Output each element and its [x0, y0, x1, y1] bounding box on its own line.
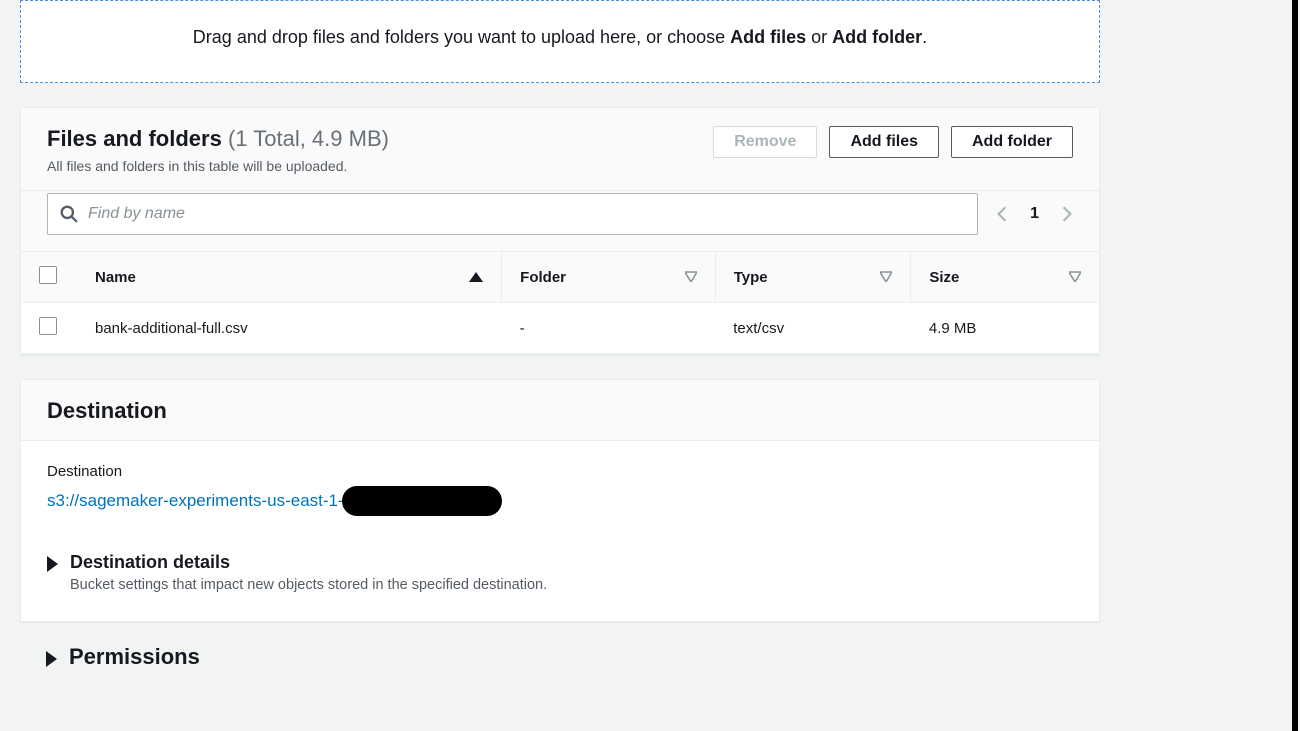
destination-details-expander[interactable]: Destination details Bucket settings that…	[47, 552, 1073, 593]
files-panel-actions: Remove Add files Add folder	[713, 126, 1073, 158]
cell-type: text/csv	[715, 303, 911, 354]
files-count: (1 Total, 4.9 MB)	[228, 126, 389, 151]
destination-details-title: Destination details	[70, 552, 547, 573]
search-row: 1	[21, 191, 1099, 251]
add-files-button[interactable]: Add files	[829, 126, 939, 158]
remove-button[interactable]: Remove	[713, 126, 817, 158]
files-panel-title: Files and folders (1 Total, 4.9 MB)	[47, 126, 713, 152]
select-all-header	[21, 252, 77, 303]
prev-page-button[interactable]	[996, 205, 1008, 223]
sort-icon	[1069, 269, 1081, 286]
column-folder-label: Folder	[520, 269, 566, 286]
search-input[interactable]	[88, 205, 965, 223]
redacted-segment	[342, 486, 502, 516]
column-name-label: Name	[95, 269, 136, 286]
search-icon	[60, 205, 78, 223]
column-type-label: Type	[734, 269, 768, 286]
files-panel-title-text: Files and folders	[47, 126, 222, 151]
destination-panel-title: Destination	[47, 398, 167, 424]
files-panel-subtext: All files and folders in this table will…	[47, 158, 713, 174]
destination-panel-header: Destination	[21, 380, 1099, 441]
pager: 1	[996, 205, 1073, 223]
row-checkbox[interactable]	[39, 317, 57, 335]
vertical-scrollbar[interactable]	[1292, 0, 1298, 731]
column-folder-header[interactable]: Folder	[502, 252, 716, 303]
search-box[interactable]	[47, 193, 978, 235]
caret-right-icon	[46, 651, 57, 667]
sort-asc-icon	[469, 269, 483, 286]
sort-icon	[685, 269, 697, 286]
column-size-label: Size	[929, 269, 959, 286]
dropzone-text-prefix: Drag and drop files and folders you want…	[193, 27, 730, 47]
column-type-header[interactable]: Type	[715, 252, 911, 303]
next-page-button[interactable]	[1061, 205, 1073, 223]
destination-link[interactable]: s3://sagemaker-experiments-us-east-1-	[47, 486, 502, 516]
destination-details-desc: Bucket settings that impact new objects …	[70, 577, 547, 593]
chevron-left-icon	[996, 205, 1008, 223]
caret-right-icon	[47, 556, 58, 572]
add-folder-button[interactable]: Add folder	[951, 126, 1073, 158]
dropzone-period: .	[922, 27, 927, 47]
column-size-header[interactable]: Size	[911, 252, 1099, 303]
cell-folder: -	[502, 303, 716, 354]
column-name-header[interactable]: Name	[77, 252, 502, 303]
permissions-title: Permissions	[69, 644, 200, 670]
destination-panel-body: Destination s3://sagemaker-experiments-u…	[21, 441, 1099, 621]
cell-name: bank-additional-full.csv	[77, 303, 502, 354]
destination-panel: Destination Destination s3://sagemaker-e…	[20, 379, 1100, 622]
upload-dropzone[interactable]: Drag and drop files and folders you want…	[20, 0, 1100, 83]
cell-size: 4.9 MB	[911, 303, 1099, 354]
dropzone-add-folder-strong: Add folder	[832, 27, 922, 47]
destination-link-text: s3://sagemaker-experiments-us-east-1-	[47, 491, 344, 511]
sort-icon	[880, 269, 892, 286]
select-all-checkbox[interactable]	[39, 266, 57, 284]
dropzone-add-files-strong: Add files	[730, 27, 806, 47]
chevron-right-icon	[1061, 205, 1073, 223]
dropzone-or: or	[806, 27, 832, 47]
files-table: Name Folder Ty	[21, 251, 1099, 354]
files-panel: Files and folders (1 Total, 4.9 MB) All …	[20, 107, 1100, 355]
permissions-expander[interactable]: Permissions	[20, 644, 1100, 670]
files-panel-header: Files and folders (1 Total, 4.9 MB) All …	[21, 108, 1099, 191]
destination-label: Destination	[47, 463, 1073, 480]
table-row[interactable]: bank-additional-full.csv - text/csv 4.9 …	[21, 303, 1099, 354]
table-header-row: Name Folder Ty	[21, 252, 1099, 303]
page-number: 1	[1030, 205, 1039, 223]
